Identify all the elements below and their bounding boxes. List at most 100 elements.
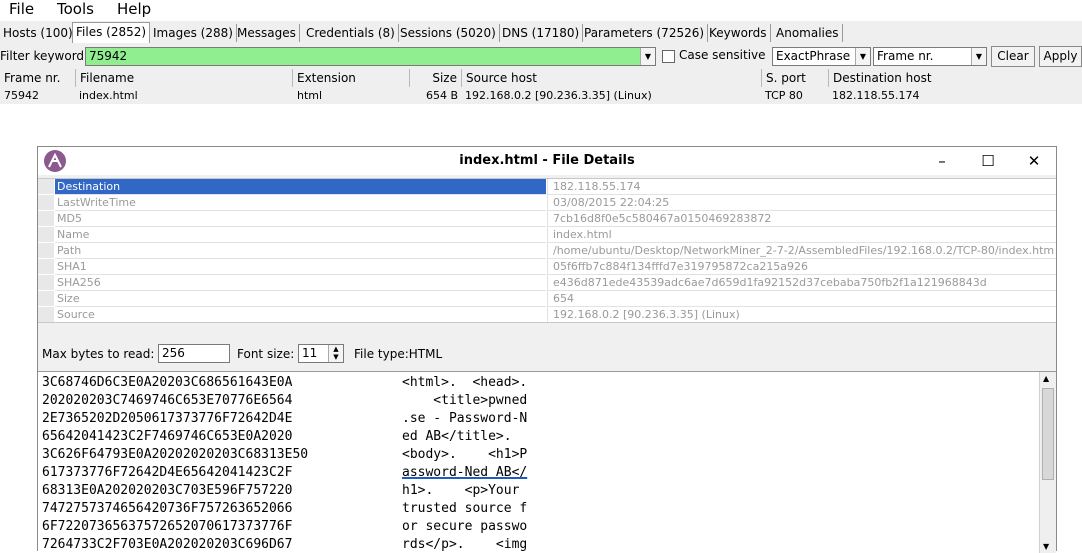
chevron-down-icon[interactable]: ▼ [971, 48, 986, 65]
property-key: Destination [55, 179, 546, 195]
apply-button[interactable]: Apply [1039, 46, 1082, 67]
property-row[interactable]: LastWriteTime 03/08/2015 22:04:25 [38, 195, 1056, 211]
case-sensitive-checkbox[interactable] [662, 50, 675, 63]
property-value: /home/ubuntu/Desktop/NetworkMiner_2-7-2/… [547, 243, 1056, 259]
ascii-line: h1>. <p>Your [402, 483, 520, 498]
tab-hosts[interactable]: Hosts (100) [0, 24, 77, 42]
max-bytes-input[interactable]: 256 [158, 344, 230, 363]
hex-line: 6F72207365637572652070617373776F [42, 519, 293, 534]
tab-messages[interactable]: Messages [234, 24, 300, 42]
clear-button[interactable]: Clear [991, 46, 1035, 67]
file-type-label: File type:HTML [354, 347, 443, 361]
cell-extension: html [297, 89, 323, 102]
filter-keyword-input[interactable]: 75942 ▼ [85, 47, 656, 66]
property-key: Path [55, 243, 546, 259]
tab-dns[interactable]: DNS (17180) [499, 24, 584, 42]
row-gutter [38, 307, 54, 322]
spin-arrows-icon[interactable]: ▲ ▼ [328, 345, 343, 362]
property-value: 192.168.0.2 [90.236.3.35] (Linux) [547, 307, 1056, 322]
row-gutter [38, 259, 54, 275]
ascii-line: .se - Password-N [402, 411, 528, 426]
menu-help[interactable]: Help [117, 0, 151, 19]
property-key: Name [55, 227, 546, 243]
ascii-line: <title>pwned [402, 393, 528, 408]
font-size-stepper[interactable]: 11 ▲ ▼ [298, 344, 344, 363]
ascii-line: <body>. <h1>P [402, 447, 528, 462]
ascii-line: or secure passwo [402, 519, 528, 534]
property-row[interactable]: Size 654 [38, 291, 1056, 307]
property-value: 03/08/2015 22:04:25 [547, 195, 1056, 211]
cell-source: 192.168.0.2 [90.236.3.35] (Linux) [465, 89, 652, 102]
col-destination-host[interactable]: Destination host [829, 69, 1082, 87]
property-key: SHA256 [55, 275, 546, 291]
row-gutter [38, 291, 54, 307]
filter-column-select[interactable]: Frame nr. ▼ [873, 47, 987, 66]
tab-bar: Hosts (100) Files (2852) Images (288) Me… [0, 21, 1082, 45]
properties-grid: Destination 182.118.55.174 LastWriteTime… [38, 178, 1056, 323]
dialog-titlebar[interactable]: index.html - File Details – ☐ ✕ [38, 147, 1056, 175]
hex-scrollbar[interactable]: ▲ ▼ [1039, 372, 1056, 553]
cell-sport: TCP 80 [765, 89, 803, 102]
scroll-down-icon[interactable]: ▼ [1043, 542, 1049, 551]
filter-keyword-value: 75942 [89, 49, 128, 63]
maximize-icon[interactable]: ☐ [977, 151, 999, 171]
col-source-host[interactable]: Source host [462, 69, 762, 87]
property-row[interactable]: Name index.html [38, 227, 1056, 243]
hex-line: 68313E0A202020203C703E596F757220 [42, 483, 293, 498]
ascii-line: <html>. <head>. [402, 375, 528, 390]
property-key: MD5 [55, 211, 546, 227]
row-gutter [38, 275, 54, 291]
property-row[interactable]: Destination 182.118.55.174 [38, 179, 1056, 195]
cell-dest: 182.118.55.174 [832, 89, 920, 102]
hex-line: 7472757374656420736F757263652066 [42, 501, 293, 516]
hex-line: 65642041423C2F7469746C653E0A2020 [42, 429, 293, 444]
property-row[interactable]: MD5 7cb16d8f0e5c580467a0150469283872 [38, 211, 1056, 227]
font-size-value: 11 [302, 346, 318, 360]
property-row[interactable]: SHA256 e436d871ede43539adc6ae7d659d1fa92… [38, 275, 1056, 291]
hex-line: 7264733C2F703E0A202020203C696D67 [42, 537, 293, 552]
row-gutter [38, 227, 54, 243]
ascii-line: assword-Ned AB</ [402, 465, 528, 480]
filter-label: Filter keyword: [0, 49, 89, 63]
ascii-line: trusted source f [402, 501, 528, 516]
tab-images[interactable]: Images (288) [150, 24, 237, 42]
cell-size: 654 B [425, 89, 458, 102]
col-size[interactable]: Size [410, 69, 462, 87]
chevron-down-icon[interactable]: ▼ [640, 48, 655, 65]
scroll-up-icon[interactable]: ▲ [1043, 374, 1049, 383]
tab-files[interactable]: Files (2852) [72, 22, 151, 43]
tab-anomalies[interactable]: Anomalies [773, 24, 843, 42]
hex-line: 202020203C7469746C653E70776E6564 [42, 393, 293, 408]
row-gutter [38, 179, 54, 195]
close-icon[interactable]: ✕ [1023, 151, 1045, 171]
col-filename[interactable]: Filename [76, 69, 293, 87]
font-size-label: Font size: [237, 347, 295, 361]
tab-keywords[interactable]: Keywords [706, 24, 771, 42]
file-details-dialog: index.html - File Details – ☐ ✕ Destinat… [37, 146, 1057, 553]
max-bytes-label: Max bytes to read: [42, 347, 155, 361]
hex-line: 2E7365202D2050617373776F72642D4E [42, 411, 293, 426]
property-row[interactable]: Path /home/ubuntu/Desktop/NetworkMiner_2… [38, 243, 1056, 259]
menu-file[interactable]: File [9, 0, 34, 19]
property-key: LastWriteTime [55, 195, 546, 211]
tab-credentials[interactable]: Credentials (8) [303, 24, 399, 42]
table-row[interactable]: 75942 index.html html 654 B 192.168.0.2 … [0, 87, 1082, 104]
menu-tools[interactable]: Tools [57, 0, 94, 19]
row-gutter [38, 195, 54, 211]
property-value: 05f6ffb7c884f134fffd7e319795872ca215a926 [547, 259, 1056, 275]
property-key: Size [55, 291, 546, 307]
property-row[interactable]: Source 192.168.0.2 [90.236.3.35] (Linux) [38, 307, 1056, 322]
col-frame-nr[interactable]: Frame nr. [0, 69, 76, 87]
match-mode-select[interactable]: ExactPhrase ▼ [772, 47, 871, 66]
tab-sessions[interactable]: Sessions (5020) [397, 24, 500, 42]
minimize-icon[interactable]: – [931, 151, 953, 171]
property-value: index.html [547, 227, 1056, 243]
scrollbar-thumb[interactable] [1042, 388, 1054, 480]
property-row[interactable]: SHA1 05f6ffb7c884f134fffd7e319795872ca21… [38, 259, 1056, 275]
hex-viewer[interactable]: 3C68746D6C3E0A20203C686561643E0A 2020202… [38, 371, 1056, 553]
col-extension[interactable]: Extension [293, 69, 410, 87]
tab-parameters[interactable]: Parameters (72526) [581, 24, 709, 42]
chevron-down-icon[interactable]: ▼ [855, 48, 870, 65]
property-value: e436d871ede43539adc6ae7d659d1fa92152d37c… [547, 275, 1056, 291]
col-s-port[interactable]: S. port [762, 69, 829, 87]
